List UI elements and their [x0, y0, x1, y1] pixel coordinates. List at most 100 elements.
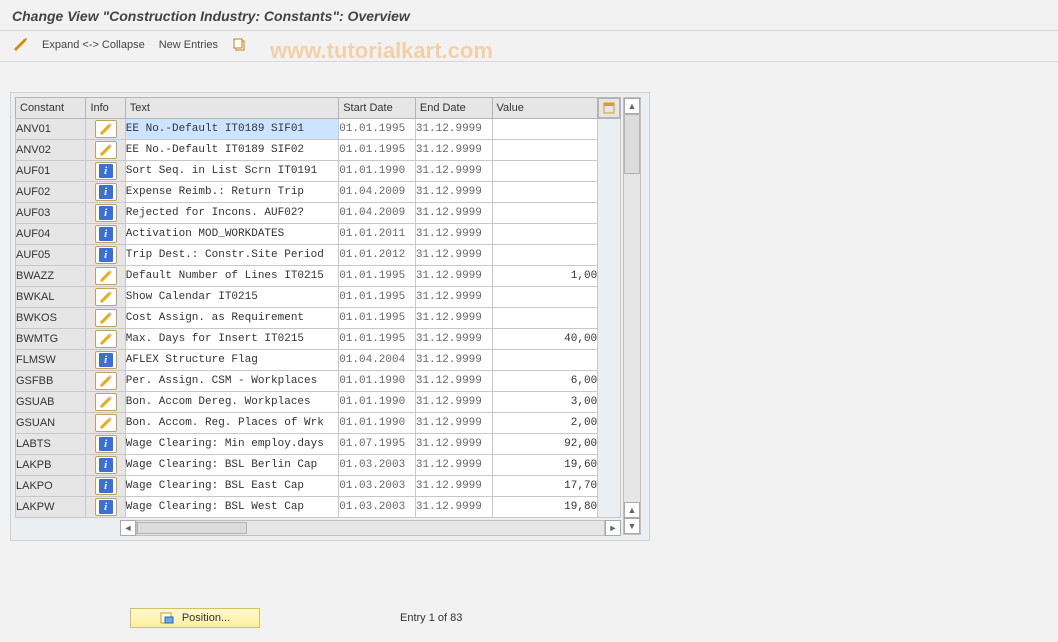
table-row[interactable]: LAKPO i Wage Clearing: BSL East Cap01.03.2…: [16, 476, 621, 497]
constant-cell[interactable]: BWAZZ: [16, 266, 86, 287]
text-cell[interactable]: Wage Clearing: Min employ.days: [125, 434, 338, 455]
value-cell[interactable]: [492, 119, 598, 140]
info-icon[interactable]: i: [95, 498, 117, 516]
constant-cell[interactable]: AUF05: [16, 245, 86, 266]
vertical-scrollbar[interactable]: ▲ ▲ ▼: [623, 97, 641, 535]
constant-cell[interactable]: GSFBB: [16, 371, 86, 392]
end-date-cell[interactable]: 31.12.9999: [415, 371, 492, 392]
info-cell[interactable]: i: [86, 203, 125, 224]
col-text[interactable]: Text: [125, 98, 338, 119]
text-cell[interactable]: Expense Reimb.: Return Trip: [125, 182, 338, 203]
col-value[interactable]: Value: [492, 98, 598, 119]
end-date-cell[interactable]: 31.12.9999: [415, 392, 492, 413]
start-date-cell[interactable]: 01.01.2011: [339, 224, 416, 245]
text-cell[interactable]: Bon. Accom. Reg. Places of Wrk: [125, 413, 338, 434]
expand-collapse-button[interactable]: Expand <-> Collapse: [42, 39, 145, 51]
info-cell[interactable]: i: [86, 161, 125, 182]
end-date-cell[interactable]: 31.12.9999: [415, 119, 492, 140]
info-cell[interactable]: [86, 308, 125, 329]
table-row[interactable]: BWMTGMax. Days for Insert IT021501.01.19…: [16, 329, 621, 350]
constant-cell[interactable]: LAKPW: [16, 497, 86, 518]
start-date-cell[interactable]: 01.03.2003: [339, 455, 416, 476]
end-date-cell[interactable]: 31.12.9999: [415, 308, 492, 329]
hscroll-thumb[interactable]: [137, 522, 247, 534]
info-icon[interactable]: i: [95, 246, 117, 264]
end-date-cell[interactable]: 31.12.9999: [415, 476, 492, 497]
info-icon[interactable]: i: [95, 477, 117, 495]
text-cell[interactable]: Default Number of Lines IT0215: [125, 266, 338, 287]
end-date-cell[interactable]: 31.12.9999: [415, 497, 492, 518]
start-date-cell[interactable]: 01.03.2003: [339, 476, 416, 497]
end-date-cell[interactable]: 31.12.9999: [415, 455, 492, 476]
start-date-cell[interactable]: 01.01.1995: [339, 266, 416, 287]
value-cell[interactable]: [492, 287, 598, 308]
table-row[interactable]: BWKOSCost Assign. as Requirement01.01.19…: [16, 308, 621, 329]
table-row[interactable]: AUF05iTrip Dest.: Constr.Site Period01.0…: [16, 245, 621, 266]
text-cell[interactable]: Show Calendar IT0215: [125, 287, 338, 308]
end-date-cell[interactable]: 31.12.9999: [415, 266, 492, 287]
table-row[interactable]: GSUANBon. Accom. Reg. Places of Wrk01.01…: [16, 413, 621, 434]
value-cell[interactable]: [492, 182, 598, 203]
info-icon[interactable]: i: [95, 435, 117, 453]
end-date-cell[interactable]: 31.12.9999: [415, 224, 492, 245]
start-date-cell[interactable]: 01.01.1995: [339, 308, 416, 329]
value-cell[interactable]: 3,00: [492, 392, 598, 413]
value-cell[interactable]: 19,60: [492, 455, 598, 476]
scroll-up2-button[interactable]: ▲: [624, 502, 640, 518]
info-cell[interactable]: i: [86, 497, 125, 518]
end-date-cell[interactable]: 31.12.9999: [415, 161, 492, 182]
value-cell[interactable]: [492, 245, 598, 266]
toggle-display-icon[interactable]: [12, 37, 28, 53]
text-cell[interactable]: Trip Dest.: Constr.Site Period: [125, 245, 338, 266]
col-constant[interactable]: Constant: [16, 98, 86, 119]
info-cell[interactable]: i: [86, 455, 125, 476]
table-row[interactable]: LAKPW i Wage Clearing: BSL West Cap01.03.2…: [16, 497, 621, 518]
constant-cell[interactable]: AUF02: [16, 182, 86, 203]
constant-cell[interactable]: LABTS: [16, 434, 86, 455]
constant-cell[interactable]: AUF03: [16, 203, 86, 224]
constant-cell[interactable]: LAKPO: [16, 476, 86, 497]
text-cell[interactable]: Wage Clearing: BSL West Cap: [125, 497, 338, 518]
text-cell[interactable]: Max. Days for Insert IT0215: [125, 329, 338, 350]
info-icon[interactable]: i: [95, 183, 117, 201]
end-date-cell[interactable]: 31.12.9999: [415, 329, 492, 350]
constant-cell[interactable]: FLMSW: [16, 350, 86, 371]
pencil-icon[interactable]: [95, 372, 117, 390]
vscroll-thumb[interactable]: [624, 114, 640, 174]
end-date-cell[interactable]: 31.12.9999: [415, 350, 492, 371]
info-cell[interactable]: i: [86, 245, 125, 266]
constant-cell[interactable]: ANV02: [16, 140, 86, 161]
end-date-cell[interactable]: 31.12.9999: [415, 140, 492, 161]
info-icon[interactable]: i: [95, 162, 117, 180]
pencil-icon[interactable]: [95, 141, 117, 159]
constant-cell[interactable]: BWKAL: [16, 287, 86, 308]
table-row[interactable]: AUF03iRejected for Incons. AUF02?01.04.2…: [16, 203, 621, 224]
value-cell[interactable]: 40,00: [492, 329, 598, 350]
table-row[interactable]: AUF02 i Expense Reimb.: Return Trip01.04.2…: [16, 182, 621, 203]
value-cell[interactable]: [492, 161, 598, 182]
copy-as-icon[interactable]: [232, 37, 248, 53]
start-date-cell[interactable]: 01.01.1990: [339, 413, 416, 434]
value-cell[interactable]: 6,00: [492, 371, 598, 392]
table-row[interactable]: GSFBBPer. Assign. CSM - Workplaces01.01.…: [16, 371, 621, 392]
horizontal-scrollbar[interactable]: ◄ ►: [120, 520, 621, 536]
start-date-cell[interactable]: 01.01.1995: [339, 140, 416, 161]
text-cell[interactable]: Wage Clearing: BSL East Cap: [125, 476, 338, 497]
info-cell[interactable]: [86, 371, 125, 392]
constant-cell[interactable]: AUF01: [16, 161, 86, 182]
info-cell[interactable]: [86, 119, 125, 140]
col-info[interactable]: Info: [86, 98, 125, 119]
info-icon[interactable]: i: [95, 225, 117, 243]
end-date-cell[interactable]: 31.12.9999: [415, 413, 492, 434]
value-cell[interactable]: [492, 224, 598, 245]
end-date-cell[interactable]: 31.12.9999: [415, 182, 492, 203]
start-date-cell[interactable]: 01.04.2004: [339, 350, 416, 371]
table-row[interactable]: LABTSiWage Clearing: Min employ.days01.0…: [16, 434, 621, 455]
start-date-cell[interactable]: 01.04.2009: [339, 182, 416, 203]
pencil-icon[interactable]: [95, 267, 117, 285]
pencil-icon[interactable]: [95, 288, 117, 306]
text-cell[interactable]: Activation MOD_WORKDATES: [125, 224, 338, 245]
start-date-cell[interactable]: 01.03.2003: [339, 497, 416, 518]
constant-cell[interactable]: BWMTG: [16, 329, 86, 350]
text-cell[interactable]: Cost Assign. as Requirement: [125, 308, 338, 329]
